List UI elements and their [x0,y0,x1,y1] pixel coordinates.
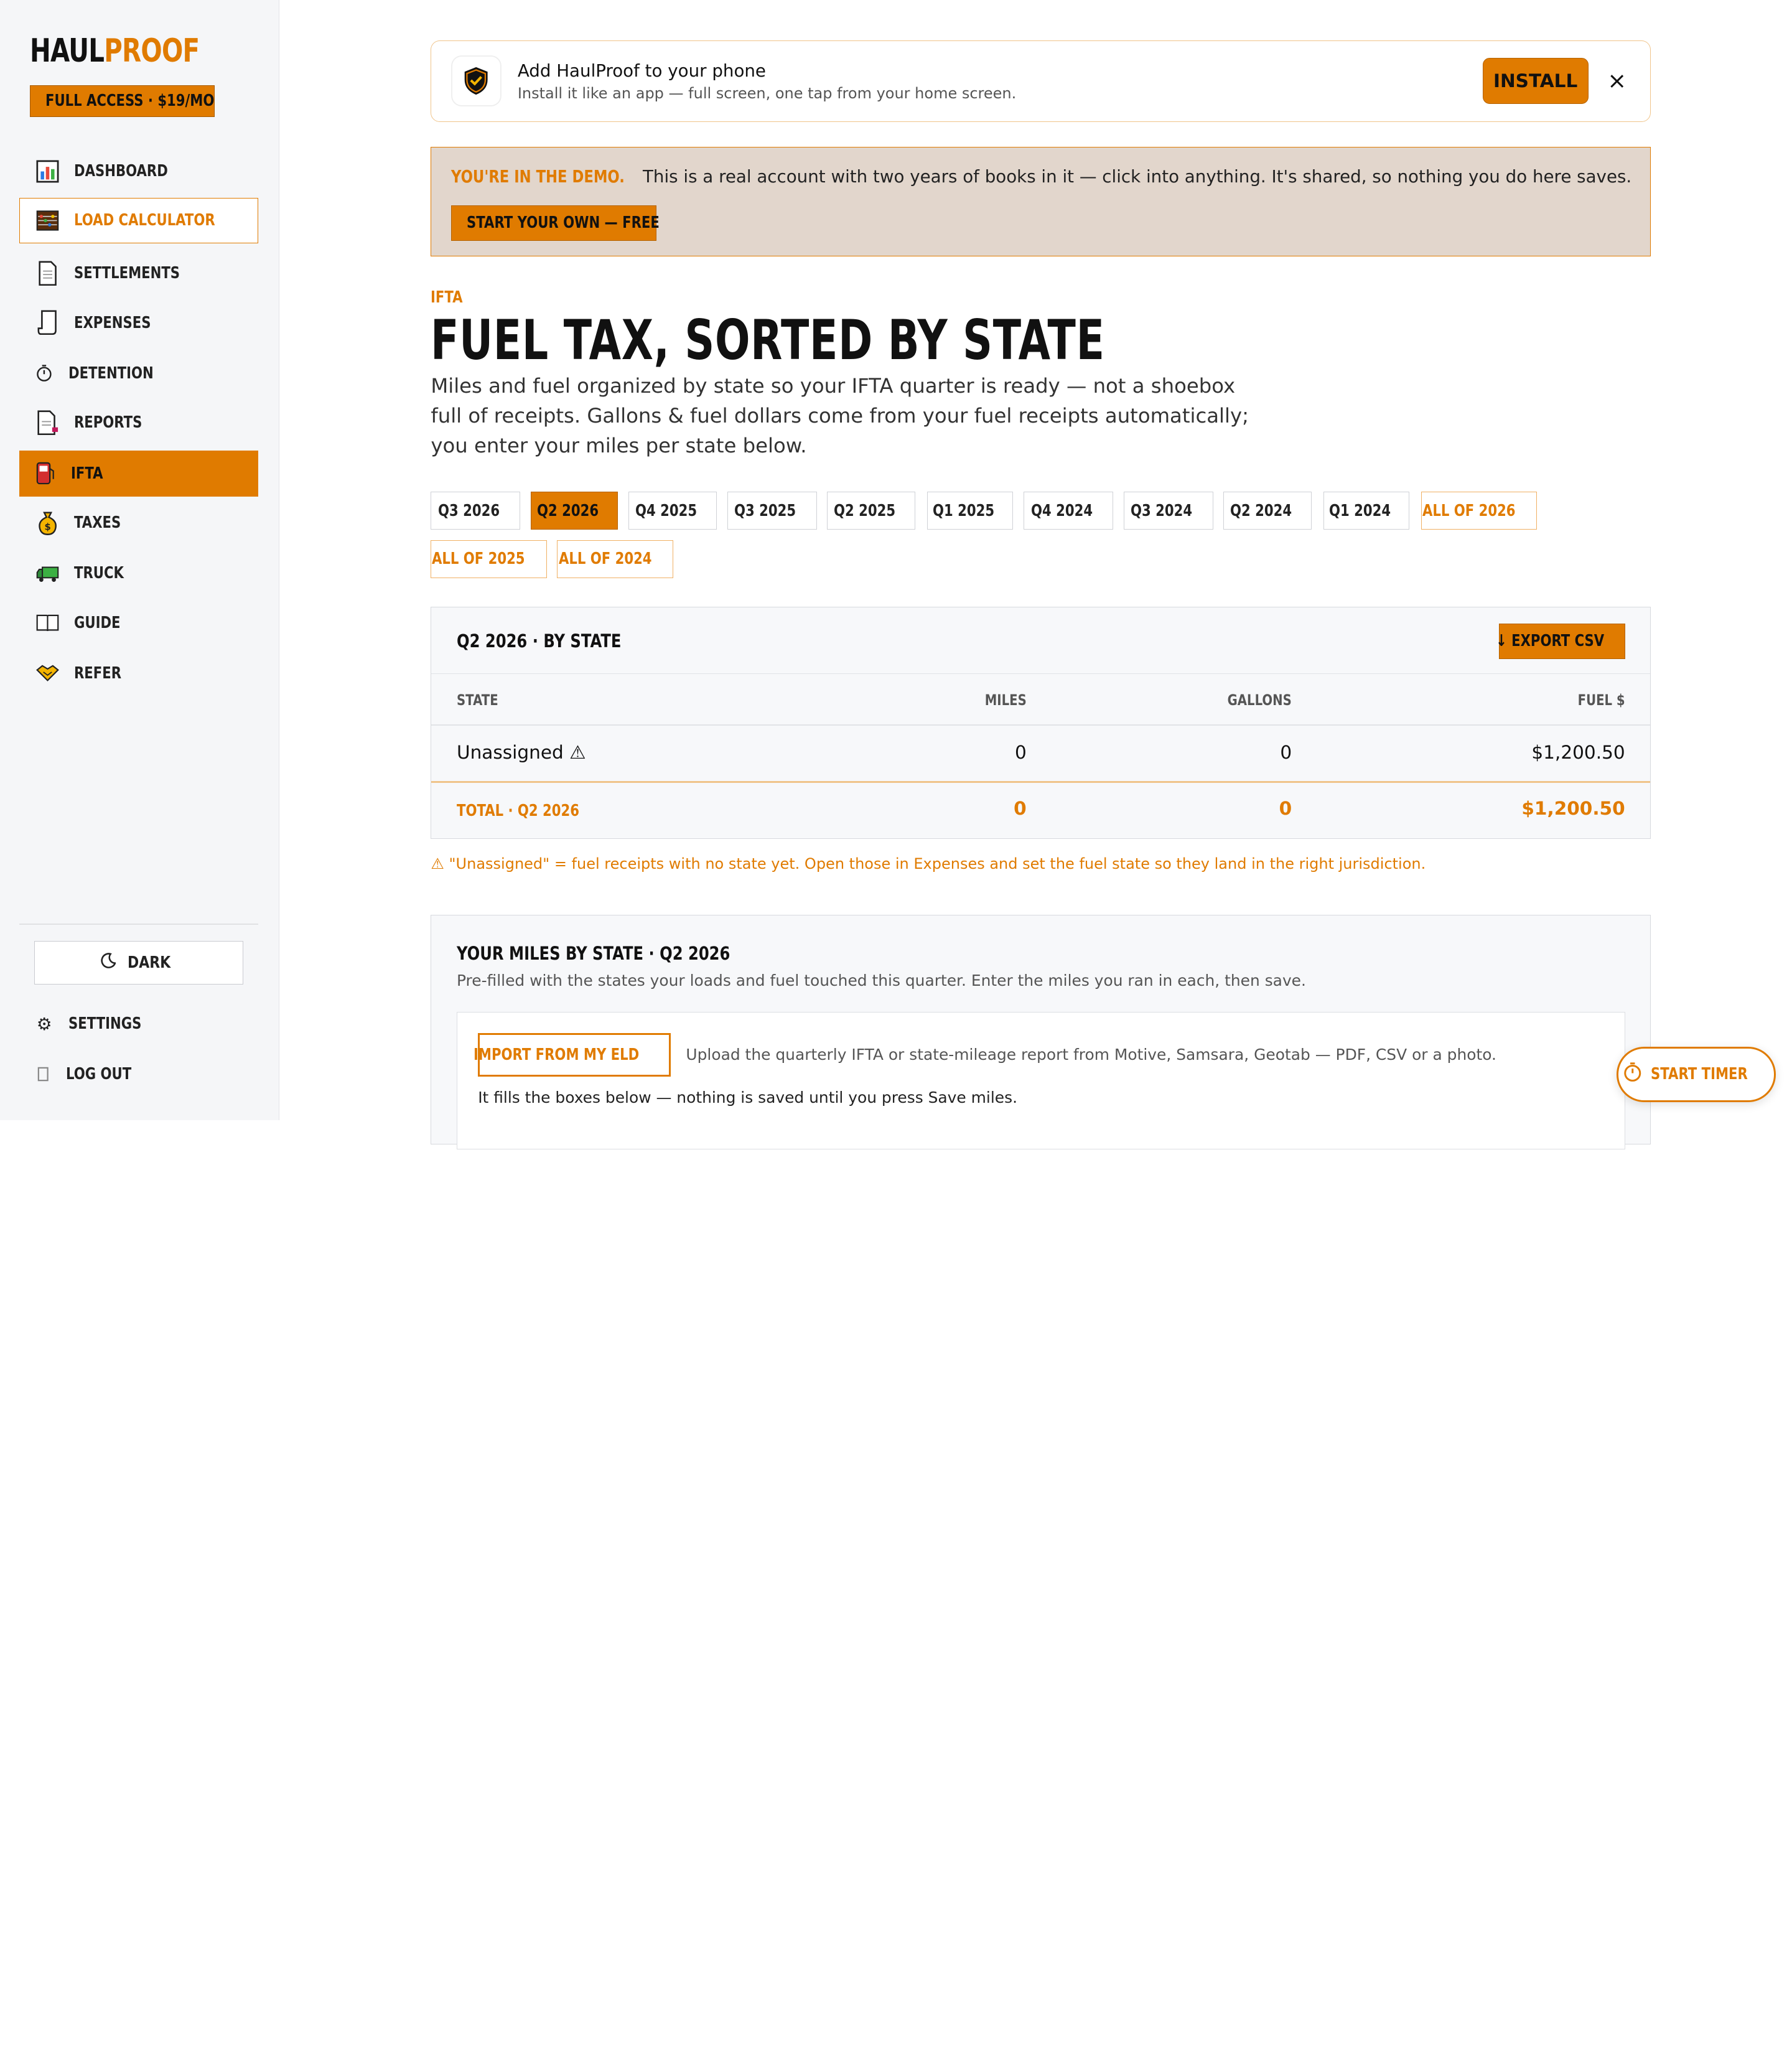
sidebar-item-refer[interactable]: REFER [19,650,258,696]
column-header-state[interactable]: STATE [457,691,507,709]
sidebar-item-label: GUIDE [74,613,121,632]
sidebar-item-label: TRUCK [74,564,124,583]
sidebar-item-settings[interactable]: ⚙ SETTINGS [19,1001,258,1047]
miles-section-title: YOUR MILES BY STATE · Q2 2026 [456,942,730,964]
sidebar-item-label: TAXES [74,513,121,533]
money-bag-icon: $ [36,512,59,535]
miles-section-subtitle: Pre-filled with the states your loads an… [456,971,1306,990]
total-label: TOTAL · Q2 2026 [456,801,579,820]
dark-mode-toggle[interactable]: DARK [34,941,244,985]
bar-chart-icon [36,160,59,183]
sidebar-item-ifta[interactable]: IFTA [19,450,259,497]
logout-icon [36,1063,50,1086]
period-tab-q2-2025[interactable]: Q2 2025 [827,492,916,530]
close-icon[interactable]: × [1605,67,1628,95]
total-miles: 0 [1014,798,1027,820]
page-description: Miles and fuel organized by state so you… [431,374,1249,458]
table-title: Q2 2026 · BY STATE [456,630,622,652]
divider [431,724,1651,726]
period-tab-q3-2025[interactable]: Q3 2025 [727,492,817,530]
stopwatch-icon [36,362,52,385]
period-tab-q3-2024[interactable]: Q3 2024 [1123,492,1213,530]
handshake-icon [36,662,60,685]
sidebar-item-expenses[interactable]: EXPENSES [19,300,258,346]
export-csv-button[interactable]: ↓ EXPORT CSV [1496,623,1625,659]
import-eld-button[interactable]: IMPORT FROM MY ELD [474,1032,671,1077]
column-header-gallons[interactable]: GALLONS [1177,691,1292,709]
period-tab-q2-2024[interactable]: Q2 2024 [1223,492,1312,530]
period-tab-q2-2026[interactable]: Q2 2026 [530,492,618,530]
stopwatch-icon [1623,1062,1642,1087]
sidebar-item-truck[interactable]: TRUCK [19,550,258,596]
report-icon [36,410,59,436]
column-header-miles[interactable]: MILES [912,691,1027,709]
sidebar-item-taxes[interactable]: $ TAXES [19,500,258,546]
sidebar-item-logout[interactable]: LOG OUT [19,1051,258,1097]
sidebar-item-guide[interactable]: GUIDE [19,600,258,646]
truck-icon [36,562,59,585]
shield-check-icon [452,57,501,105]
period-tab-all-2026[interactable]: ALL OF 2026 [1421,492,1538,530]
install-button[interactable]: INSTALL [1482,58,1589,105]
svg-text:$: $ [45,522,51,532]
brand-logo[interactable]: HAULPROOF [30,32,247,70]
sidebar-item-label: LOG OUT [66,1065,132,1084]
plan-badge: FULL ACCESS · $19/MO [30,85,215,118]
install-subtitle: Install it like an app — full screen, on… [517,84,1017,102]
period-tab-all-2024[interactable]: ALL OF 2024 [557,540,673,578]
sidebar-item-detention[interactable]: DETENTION [19,350,258,396]
column-header-fuel[interactable]: FUEL $ [1510,691,1625,709]
sidebar-item-label: LOAD CALCULATOR [74,211,215,230]
page-eyebrow: IFTA [431,288,463,307]
install-title: Add HaulProof to your phone [517,60,766,81]
document-icon [36,261,59,286]
sidebar-item-label: EXPENSES [74,313,151,332]
period-tab-all-2025[interactable]: ALL OF 2025 [431,540,547,578]
sidebar-item-label: DETENTION [68,364,154,383]
eld-description: Upload the quarterly IFTA or state-milea… [686,1046,1496,1064]
sidebar-item-label: SETTLEMENTS [74,264,180,283]
period-tab-q3-2026[interactable]: Q3 2026 [431,492,521,530]
period-tab-q4-2025[interactable]: Q4 2025 [628,492,717,530]
abacus-icon [36,209,59,232]
moon-icon [100,953,116,973]
state-table-card: Q2 2026 · BY STATE ↓ EXPORT CSV STATE MI… [431,606,1651,839]
period-tab-q4-2024[interactable]: Q4 2024 [1024,492,1114,530]
sidebar-item-settlements[interactable]: SETTLEMENTS [19,250,258,296]
receipt-icon [36,311,59,335]
sidebar-item-reports[interactable]: REPORTS [19,400,258,446]
fuel-pump-icon [36,462,55,485]
gallons-cell: 0 [1280,741,1292,763]
page-title: FUEL TAX, SORTED BY STATE [431,307,1106,372]
eld-note: It fills the boxes below — nothing is sa… [478,1088,1017,1107]
gear-icon: ⚙ [36,1013,52,1034]
divider [431,780,1651,784]
start-timer-button[interactable]: START TIMER [1616,1046,1776,1102]
sidebar-item-label: DASHBOARD [74,162,168,181]
sidebar: HAULPROOF FULL ACCESS · $19/MO DASHBOARD… [0,0,279,1121]
fuel-cell: $1,200.50 [1531,741,1625,763]
state-link-unassigned[interactable]: Unassigned ⚠ [457,742,586,763]
eld-import-box: IMPORT FROM MY ELD Upload the quarterly … [456,1011,1625,1150]
start-your-own-button[interactable]: START YOUR OWN — FREE [450,205,660,241]
sidebar-item-load-calculator[interactable]: LOAD CALCULATOR [19,197,259,244]
period-tab-q1-2025[interactable]: Q1 2025 [926,492,1014,530]
period-tab-q1-2024[interactable]: Q1 2024 [1323,492,1410,530]
sidebar-item-label: REFER [74,663,122,683]
demo-banner: YOU'RE IN THE DEMO. This is a real accou… [431,147,1651,256]
total-fuel: $1,200.50 [1521,798,1625,820]
unassigned-note: ⚠ "Unassigned" = fuel receipts with no s… [431,854,1426,873]
miles-cell: 0 [1014,741,1027,763]
sidebar-item-dashboard[interactable]: DASHBOARD [19,148,258,194]
demo-message: YOU'RE IN THE DEMO. This is a real accou… [450,166,1632,187]
book-icon [36,611,59,634]
sidebar-item-label: REPORTS [74,413,142,433]
table-header-bar: Q2 2026 · BY STATE ↓ EXPORT CSV [431,607,1651,674]
sidebar-divider [19,924,259,925]
sidebar-item-label: IFTA [70,464,103,483]
miles-by-state-card: YOUR MILES BY STATE · Q2 2026 Pre-filled… [431,914,1651,1150]
sidebar-item-label: SETTINGS [68,1014,142,1034]
total-gallons: 0 [1279,798,1292,820]
install-banner: Add HaulProof to your phone Install it l… [431,40,1651,122]
